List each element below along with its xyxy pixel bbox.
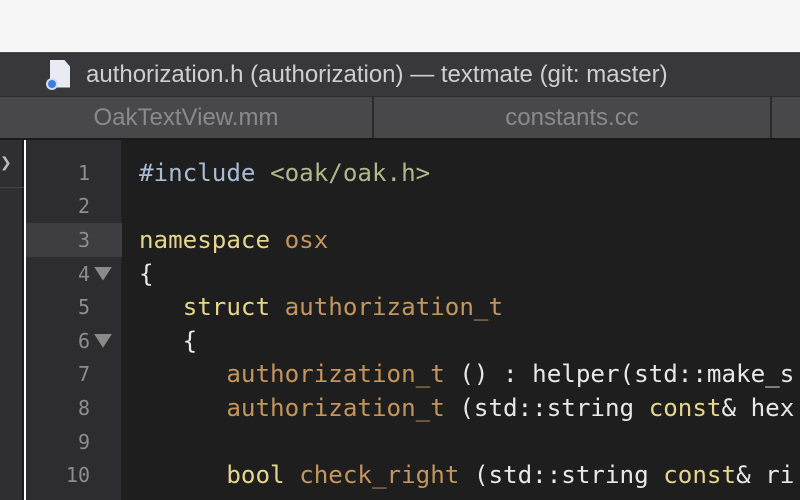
code-line: namespace osx: [139, 223, 328, 257]
line-number: 1: [77, 160, 90, 185]
tab-label: constants.cc: [505, 103, 639, 131]
code-line: {: [139, 257, 154, 291]
line-number: 8: [77, 395, 90, 420]
code-token-plain: {: [139, 259, 154, 288]
code-line: #include <oak/oak.h>: [139, 156, 430, 190]
line-number: 6: [77, 328, 90, 353]
line-number: 10: [65, 463, 90, 488]
code-token-entity: authorization_t: [226, 360, 445, 389]
code-line: authorization_t () : helper(std::make_s: [139, 358, 794, 392]
code-token-entity: osx: [284, 225, 329, 254]
tab-oaktextview[interactable]: OakTextView.mm: [0, 97, 374, 138]
gutter-line: 5: [26, 290, 122, 324]
line-number: 2: [77, 194, 90, 219]
code-line: authorization_t (std::string const & hex: [139, 391, 794, 425]
gutter-line: 7: [26, 358, 122, 392]
tab-constants[interactable]: constants.cc: [374, 97, 772, 138]
desktop-background: [0, 0, 800, 52]
code-token-keyword: const: [648, 393, 722, 422]
tab-overflow[interactable]: [772, 97, 800, 138]
code-token-plain: (std::string: [459, 461, 664, 490]
code-token-plain: & ri: [736, 461, 795, 490]
line-number-gutter[interactable]: 1 2 3 4 5 6 7 8 9 10: [26, 140, 122, 500]
code-token-entity: check_right: [299, 461, 460, 490]
code-token-string: <oak/oak.h>: [270, 158, 431, 187]
gutter-line: 9: [26, 425, 122, 459]
line-number: 3: [77, 227, 90, 252]
code-token-keyword: struct: [182, 293, 271, 322]
gutter-line: 8: [26, 391, 122, 425]
code-token-plain: {: [139, 326, 198, 355]
divider: [0, 187, 24, 188]
code-token-plain: () : helper(std::make_s: [444, 360, 795, 389]
code-token-keyword: namespace: [139, 225, 271, 254]
gutter-line: 6: [26, 324, 122, 358]
code-token-keyword: const: [663, 461, 737, 490]
window-title: authorization.h (authorization) — textma…: [86, 60, 668, 88]
chevron-right-icon[interactable]: ❯: [0, 154, 12, 171]
line-number: 7: [77, 362, 90, 387]
code-token-entity: authorization_t: [284, 293, 504, 322]
code-line: {: [139, 324, 198, 358]
gutter-line: 3: [26, 223, 122, 257]
code-token-keyword: bool: [226, 461, 285, 490]
code-line: struct authorization_t: [139, 290, 503, 324]
file-browser-panel[interactable]: ❯: [0, 140, 24, 500]
gutter-line: 1: [26, 156, 122, 190]
window-titlebar[interactable]: authorization.h (authorization) — textma…: [0, 52, 800, 96]
gutter-line: 2: [26, 190, 122, 224]
tab-label: OakTextView.mm: [93, 103, 279, 131]
line-number: 5: [77, 295, 90, 320]
gutter-line: 4: [26, 257, 122, 291]
code-token-plain: & hex: [721, 393, 795, 422]
line-number: 4: [77, 261, 90, 286]
fold-triangle-icon[interactable]: [94, 266, 112, 281]
line-number: 9: [77, 429, 90, 454]
code-token-preproc: #include: [139, 158, 256, 187]
tab-bar: OakTextView.mm constants.cc: [0, 96, 800, 140]
code-editor[interactable]: #include <oak/oak.h> namespace osx{ struc…: [122, 140, 800, 500]
gutter-line: 10: [26, 458, 122, 492]
header-file-icon: [46, 59, 72, 90]
code-line: bool check_right (std::string const & ri: [139, 458, 794, 492]
code-token-entity: authorization_t: [226, 393, 445, 422]
code-token-plain: (std::string: [444, 393, 649, 422]
fold-triangle-icon[interactable]: [94, 333, 112, 348]
